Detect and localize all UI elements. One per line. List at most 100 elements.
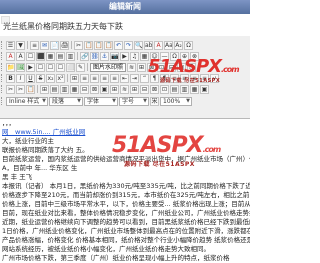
- unlink-icon[interactable]: ⛓: [90, 51, 99, 61]
- copy-cell-icon[interactable]: ✂: [16, 84, 25, 94]
- watermark-logo: 51ASPX.com: [148, 56, 240, 77]
- table-style-icon[interactable]: ▤: [170, 84, 179, 94]
- textfield-icon[interactable]: ☐: [56, 62, 65, 72]
- toolbar-separator: [37, 85, 38, 93]
- format-select[interactable]: 段落: [49, 96, 83, 106]
- special-char-button[interactable]: Ω: [184, 40, 193, 50]
- row-button[interactable]: ▤: [56, 51, 65, 61]
- play-icon[interactable]: ▶: [26, 62, 35, 72]
- edit-icon[interactable]: ✎: [76, 62, 85, 72]
- delete-row-icon[interactable]: ⊟: [80, 84, 89, 94]
- insert-row-below-icon[interactable]: ⊟: [140, 84, 149, 94]
- flash-icon[interactable]: ▶: [120, 51, 129, 61]
- image-icon[interactable]: 📷: [110, 51, 119, 61]
- toolbar-separator: [71, 41, 72, 49]
- redo-button[interactable]: ↷: [124, 40, 133, 50]
- toolbar-row-5: ✂ ✂ 📋 ⊞ ▤ ▥ ▦ ⊟ ⊠ ▣ ⊞ ≋ ⊞ ⊟ ⊠ ⊡ ▤ ▥ ▦ ▣: [0, 84, 250, 94]
- image-watermark-button[interactable]: 图片水印照: [90, 62, 127, 72]
- table-border-icon[interactable]: ▥: [180, 84, 189, 94]
- source-button[interactable]: ☰: [6, 40, 15, 50]
- link-icon[interactable]: 🔗: [80, 51, 89, 61]
- undo-button[interactable]: ↶: [114, 40, 123, 50]
- editor-line: 广州市场价格下跌，第三季度（广州）纸业价格呈现小幅上升的特点，纸浆价格: [2, 254, 230, 262]
- anchor-icon[interactable]: ⚓: [100, 51, 109, 61]
- grid-icon[interactable]: ⊞: [137, 62, 147, 72]
- wave-icon[interactable]: ≋: [127, 62, 137, 72]
- table-frame-icon[interactable]: ▣: [200, 84, 209, 94]
- editor-line: ，，，: [2, 119, 15, 127]
- table-fill-icon[interactable]: ▦: [190, 84, 199, 94]
- toolbar-row-1: ☰ ▼ ≡ ✉ 📄 🖨 ✂ 📋 📋 📋 ↶ ↷ 🔍 ab A Aa A₂ Ω: [0, 40, 250, 50]
- outdent-icon[interactable]: ⇤: [120, 73, 129, 83]
- checkbox-field-icon[interactable]: ☐: [36, 62, 45, 72]
- insert-col-right-icon[interactable]: ⊡: [160, 84, 169, 94]
- media-icon[interactable]: ♫: [130, 51, 139, 61]
- table-button[interactable]: ▦: [46, 51, 55, 61]
- strike-button[interactable]: S: [36, 73, 45, 83]
- cell-props-icon[interactable]: ▦: [70, 84, 79, 94]
- align-right-icon[interactable]: ≡: [100, 73, 109, 83]
- toolbar-grip: [1, 63, 5, 71]
- case-button[interactable]: Aa: [164, 40, 173, 50]
- italic-button[interactable]: I: [16, 73, 25, 83]
- paste-cell-icon[interactable]: 📋: [26, 84, 35, 94]
- split-cell-icon[interactable]: ⊞: [110, 84, 119, 94]
- insert-row-above-icon[interactable]: ⊞: [130, 84, 139, 94]
- dropdown-button[interactable]: ▼: [16, 40, 25, 50]
- paste-button[interactable]: 📋: [94, 40, 103, 50]
- table-insert-icon[interactable]: ⊞: [40, 84, 49, 94]
- watermark-subtitle: 源码下载 尽在51ASPX: [160, 78, 221, 84]
- text-color-button[interactable]: A: [154, 40, 163, 50]
- editor-line: 黑 丰 王飞: [2, 173, 33, 181]
- row-insert-icon[interactable]: ▤: [50, 84, 59, 94]
- col-insert-icon[interactable]: ▥: [60, 84, 69, 94]
- bold-button[interactable]: B: [6, 73, 15, 83]
- column-button[interactable]: ▥: [66, 51, 75, 61]
- source-link[interactable]: 网 www.5in.... 广州纸业网: [2, 128, 85, 136]
- toolbar-grip: [1, 41, 5, 49]
- cut-cell-icon[interactable]: ✂: [6, 84, 15, 94]
- watermark-subtitle-large: 源码下载 尽在51ASPX: [124, 161, 195, 168]
- radio-field-icon[interactable]: ☐: [46, 62, 55, 72]
- paste-text-button[interactable]: 📋: [104, 40, 113, 50]
- replace-button[interactable]: ab: [144, 40, 153, 50]
- box-button[interactable]: ☐: [26, 51, 35, 61]
- preview-button[interactable]: ≡: [30, 40, 39, 50]
- print-button[interactable]: 🖨: [60, 40, 69, 50]
- font-select[interactable]: 字体: [84, 96, 118, 106]
- editor-line: 本报讯（记者） 本月1日，黑纸价格为330元/吨至335元/吨，比之前同期价格下…: [2, 182, 250, 190]
- align-justify-icon[interactable]: ≡: [110, 73, 119, 83]
- align-center-icon[interactable]: ≡: [90, 73, 99, 83]
- size-select[interactable]: 字号: [119, 96, 149, 106]
- font-color-button[interactable]: A: [6, 51, 15, 61]
- delete-col-icon[interactable]: ⊠: [90, 84, 99, 94]
- align-left-icon[interactable]: ≡: [80, 73, 89, 83]
- zoom-select[interactable]: 100%: [160, 96, 192, 106]
- subscript-button[interactable]: A₂: [174, 40, 183, 50]
- bg-color-button[interactable]: A: [16, 51, 25, 61]
- copy-button[interactable]: 📋: [84, 40, 93, 50]
- underline-button[interactable]: U: [26, 73, 35, 83]
- editor-line: 价格上涨，目前中三级市场平常水平，以下，价格主要受... 纸浆价格出现上涨；目前…: [2, 200, 250, 208]
- indent-icon[interactable]: ⇥: [130, 73, 139, 83]
- toolbar-row-6: Inline 样式 段落 字体 字号 宋 100%: [0, 96, 250, 106]
- merge-cells-icon[interactable]: ▣: [100, 84, 109, 94]
- list-icon[interactable]: ⊞: [70, 73, 79, 83]
- mail-button[interactable]: ✉: [40, 40, 49, 50]
- superscript-button[interactable]: x²: [56, 73, 65, 83]
- watermark-main: 51ASPX: [148, 56, 222, 77]
- insert-col-left-icon[interactable]: ⊠: [150, 84, 159, 94]
- find-button[interactable]: 🔍: [134, 40, 143, 50]
- picture-icon[interactable]: 🖼: [16, 62, 25, 72]
- style-select[interactable]: Inline 样式: [6, 96, 48, 106]
- fill-button[interactable]: ⬛: [36, 51, 45, 61]
- cut-button[interactable]: ✂: [74, 40, 83, 50]
- title-field-row: 光兰纸黑价格同期跌五力天每下跌: [0, 14, 250, 36]
- textarea-icon[interactable]: ⬜: [66, 62, 75, 72]
- open-folder-icon[interactable]: 📁: [6, 62, 15, 72]
- font-label[interactable]: 宋: [150, 96, 159, 106]
- watermark-tld-large: .com: [202, 145, 222, 154]
- wave-table-icon[interactable]: ≋: [120, 84, 129, 94]
- subscript-button[interactable]: x₂: [46, 73, 55, 83]
- new-page-button[interactable]: 📄: [50, 40, 59, 50]
